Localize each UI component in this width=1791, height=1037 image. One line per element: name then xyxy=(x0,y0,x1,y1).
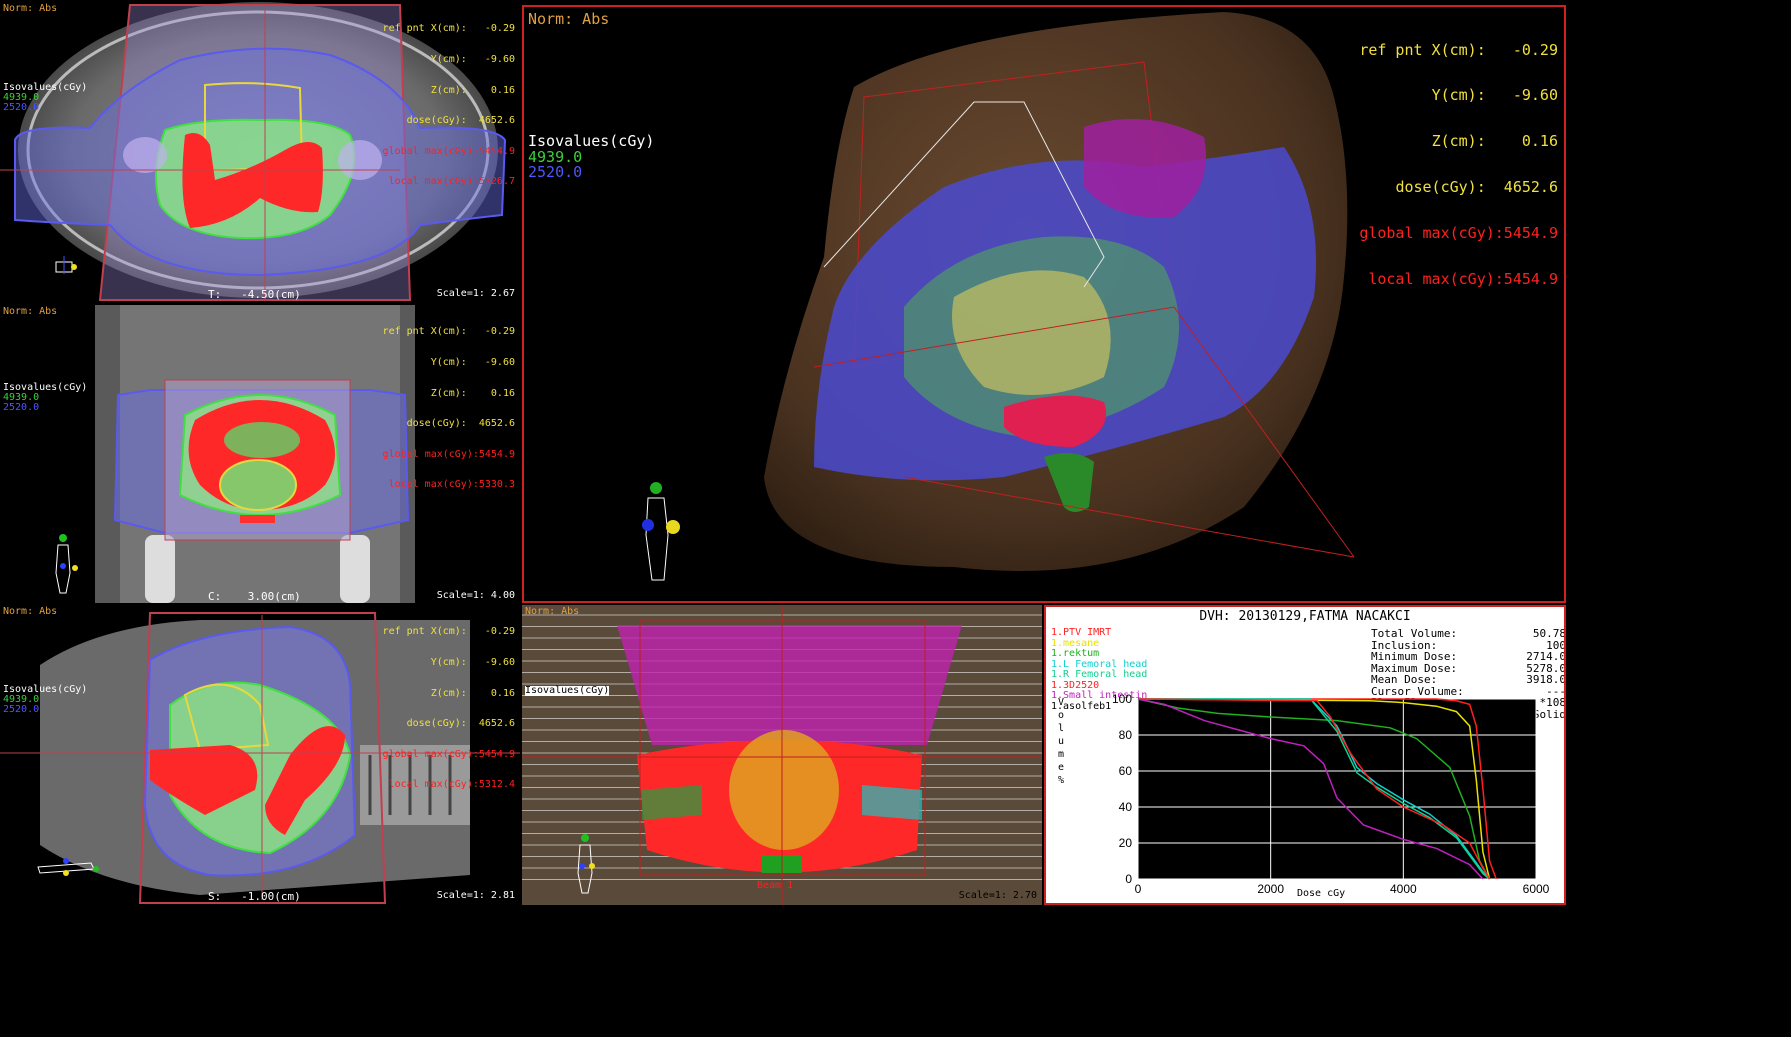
reference-point-readout: ref pnt X(cm): -0.29 Y(cm): -9.60 Z(cm):… xyxy=(1359,12,1558,318)
y-axis-label-char: u xyxy=(1058,736,1064,747)
global-max: global max(cGy):5454.9 xyxy=(382,145,515,157)
reference-point-readout: ref pnt X(cm): -0.29 Y(cm): -9.60 Z(cm):… xyxy=(383,4,515,208)
x-tick-label: 2000 xyxy=(1257,882,1284,896)
ref-y: Y(cm): -9.60 xyxy=(430,53,515,65)
y-axis-label-char: o xyxy=(1058,710,1064,721)
isovalue-low: 2520.0 xyxy=(528,163,583,181)
y-axis-label-char: m xyxy=(1058,749,1064,760)
x-tick-label: 0 xyxy=(1135,882,1142,896)
y-axis-label-char: V xyxy=(1058,697,1064,708)
x-tick-label: 4000 xyxy=(1390,882,1417,896)
y-tick-label: 100 xyxy=(1112,692,1132,706)
norm-label: Norm: Abs xyxy=(528,10,610,28)
norm-label: Norm: Abs xyxy=(3,3,58,14)
ref-dose: dose(cGy): 4652.6 xyxy=(1395,178,1558,197)
slice-position: T: -4.50(cm) xyxy=(208,288,301,301)
ref-z: Z(cm): 0.16 xyxy=(1431,132,1558,151)
y-axis-label-char: % xyxy=(1058,775,1064,786)
beam-label: Beam 1 xyxy=(757,880,794,891)
global-max: global max(cGy):5454.9 xyxy=(382,448,515,460)
dvh-panel[interactable]: DVH: 20130129,FATMA NACAKCI 1.PTV IMRT 1.… xyxy=(1044,605,1566,905)
ref-x: ref pnt X(cm): -0.29 xyxy=(1359,40,1558,59)
isovalue-low: 2520.0 xyxy=(3,102,40,113)
slice-position: S: -1.00(cm) xyxy=(208,890,301,903)
ref-x: ref pnt X(cm): -0.29 xyxy=(382,626,515,638)
ref-dose: dose(cGy): 4652.6 xyxy=(406,418,515,430)
isovalues-title: Isovalues(cGy) xyxy=(528,132,655,150)
y-tick-label: 20 xyxy=(1119,836,1133,850)
ref-dose: dose(cGy): 4652.6 xyxy=(406,115,515,127)
x-axis-label: Dose cGy xyxy=(1297,888,1345,899)
scale-label: Scale=1: 2.70 xyxy=(958,890,1037,901)
reference-point-readout: ref pnt X(cm): -0.29 Y(cm): -9.60 Z(cm):… xyxy=(383,607,515,811)
isovalues-title: Isovalues(cGy) xyxy=(525,685,610,696)
local-max: local max(cGy):5330.3 xyxy=(388,479,515,491)
3d-view[interactable]: Norm: Abs Isovalues(cGy) 4939.0 2520.0 r… xyxy=(522,5,1566,603)
y-tick-label: 0 xyxy=(1125,872,1132,886)
ref-y: Y(cm): -9.60 xyxy=(1431,86,1558,105)
local-max: local max(cGy):5326.7 xyxy=(388,176,515,188)
patient-orientation-icon xyxy=(37,858,99,876)
y-axis-label-char: l xyxy=(1058,723,1064,734)
x-tick-label: 6000 xyxy=(1523,882,1550,896)
y-tick-label: 80 xyxy=(1119,728,1133,742)
slice-position: C: 3.00(cm) xyxy=(208,590,301,603)
ref-z: Z(cm): 0.16 xyxy=(430,84,515,96)
patient-orientation-icon xyxy=(577,834,595,894)
norm-label: Norm: Abs xyxy=(3,606,58,617)
isovalue-low: 2520.0 xyxy=(3,704,40,715)
norm-label: Norm: Abs xyxy=(525,606,580,617)
ref-x: ref pnt X(cm): -0.29 xyxy=(382,23,515,35)
global-max: global max(cGy):5454.9 xyxy=(1359,224,1558,243)
ref-y: Y(cm): -9.60 xyxy=(430,656,515,668)
scale-label: Scale=1: 2.67 xyxy=(436,288,515,299)
isovalue-low: 2520.0 xyxy=(3,402,40,413)
norm-label: Norm: Abs xyxy=(3,306,58,317)
ref-z: Z(cm): 0.16 xyxy=(430,387,515,399)
ref-dose: dose(cGy): 4652.6 xyxy=(406,718,515,730)
dvh-chart[interactable]: 0 20 40 60 80 100 0 2000 4000 6000 Dose cGy Volume% xyxy=(1046,607,1566,905)
patient-orientation-icon xyxy=(642,482,680,581)
global-max: global max(cGy):5454.9 xyxy=(382,748,515,760)
reference-point-readout: ref pnt X(cm): -0.29 Y(cm): -9.60 Z(cm):… xyxy=(383,307,515,511)
coronal-view[interactable]: Norm: Abs Isovalues(cGy) 4939.0 2520.0 r… xyxy=(0,305,520,603)
orientation-icon xyxy=(55,256,77,274)
scale-label: Scale=1: 4.00 xyxy=(436,590,515,601)
scale-label: Scale=1: 2.81 xyxy=(436,890,515,901)
local-max: local max(cGy):5312.4 xyxy=(388,779,515,791)
beams-eye-view[interactable]: Norm: Abs Isovalues(cGy) Beam 1 Scale=1:… xyxy=(522,605,1042,905)
ref-y: Y(cm): -9.60 xyxy=(430,356,515,368)
ref-z: Z(cm): 0.16 xyxy=(430,687,515,699)
ref-x: ref pnt X(cm): -0.29 xyxy=(382,326,515,338)
local-max: local max(cGy):5454.9 xyxy=(1368,270,1558,289)
sagittal-view[interactable]: Norm: Abs Isovalues(cGy) 4939.0 2520.0 r… xyxy=(0,605,520,905)
y-tick-label: 60 xyxy=(1119,764,1133,778)
patient-orientation-icon xyxy=(55,534,78,594)
axial-view[interactable]: Norm: Abs Isovalues(cGy) 4939.0 2520.0 r… xyxy=(0,0,520,303)
y-tick-label: 40 xyxy=(1119,800,1133,814)
y-axis-label-char: e xyxy=(1058,762,1064,773)
